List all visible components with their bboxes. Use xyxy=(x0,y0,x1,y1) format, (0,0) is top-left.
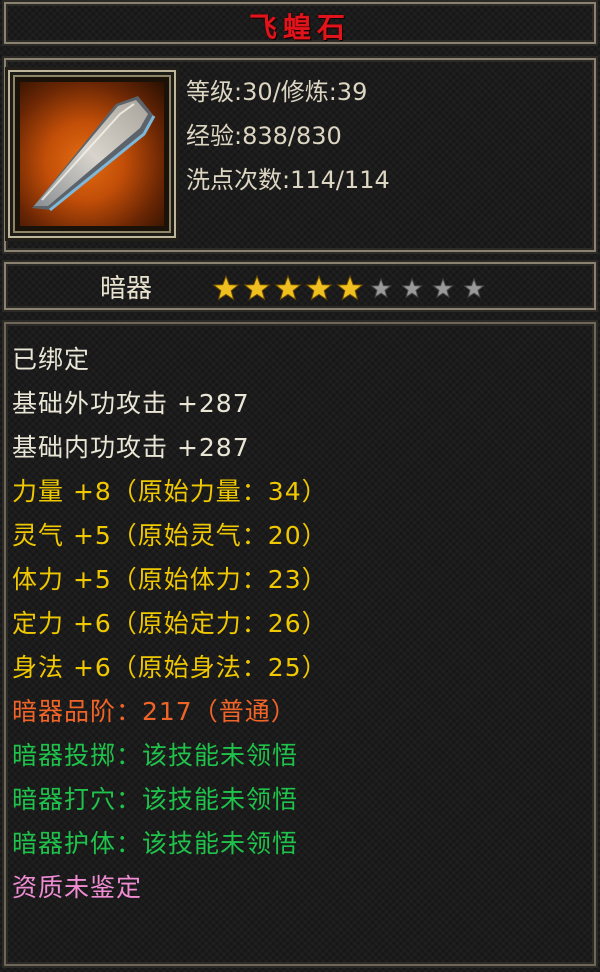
attribute-line: 已绑定 xyxy=(12,345,91,374)
item-name: 飞蝗石 xyxy=(248,11,351,44)
attribute-line: 基础内功攻击 +287 xyxy=(12,433,250,462)
item-stats-summary: 等级:30/修炼:39 经验:838/830 洗点次数:114/114 xyxy=(186,72,390,204)
star-empty-icon xyxy=(401,277,423,299)
star-rating xyxy=(212,274,491,302)
level-cultivation-text: 等级:30/修炼:39 xyxy=(186,78,368,106)
star-filled-icon xyxy=(212,274,240,301)
item-tooltip-panel: 飞蝗石 等级:30/修炼:39 经验:838/830 洗点次数:114/114 … xyxy=(0,0,600,972)
attribute-line: 定力 +6（原始定力：26） xyxy=(12,609,328,638)
attribute-line: 身法 +6（原始身法：25） xyxy=(12,653,328,682)
star-empty-icon xyxy=(370,277,392,299)
star-filled-icon xyxy=(243,274,271,301)
attribute-line: 暗器打穴：该技能未领悟 xyxy=(12,785,299,814)
star-filled-icon xyxy=(336,274,364,301)
attribute-line: 暗器投掷：该技能未领悟 xyxy=(12,741,299,770)
attribute-line: 基础外功攻击 +287 xyxy=(12,389,250,418)
reroll-count-text: 洗点次数:114/114 xyxy=(186,166,390,194)
star-empty-icon xyxy=(463,277,485,299)
attribute-list: 已绑定基础外功攻击 +287 基础内功攻击 +287 力量 +8（原始力量：34） 灵… xyxy=(12,340,328,912)
flying-stone-dart-icon xyxy=(20,82,164,226)
attribute-line: 资质未鉴定 xyxy=(12,873,143,902)
stars-svg xyxy=(212,274,485,301)
star-empty-icon xyxy=(432,277,454,299)
attribute-line: 暗器品阶：217（普通） xyxy=(12,697,297,726)
star-filled-icon xyxy=(305,274,333,301)
attribute-line: 灵气 +5（原始灵气：20） xyxy=(12,521,328,550)
item-icon-frame xyxy=(8,70,176,238)
item-type-label: 暗器 xyxy=(100,274,153,304)
star-filled-icon xyxy=(274,274,302,301)
experience-text: 经验:838/830 xyxy=(186,122,342,150)
attribute-line: 体力 +5（原始体力：23） xyxy=(12,565,328,594)
attribute-line: 暗器护体：该技能未领悟 xyxy=(12,829,299,858)
attribute-line: 力量 +8（原始力量：34） xyxy=(12,477,328,506)
